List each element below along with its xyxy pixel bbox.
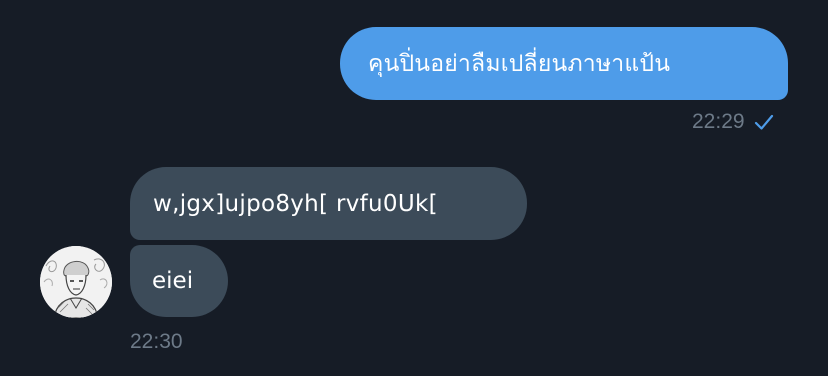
avatar[interactable] [40,246,112,318]
incoming-message-bubble-2[interactable]: eiei [130,245,228,317]
outgoing-message-text: คุนปิ่นอย่าลืมเปลี่ยนภาษาแป้น [368,50,671,77]
incoming-message-text-2: eiei [152,268,194,294]
outgoing-message-time: 22:29 [692,110,745,133]
sketch-portrait-icon [40,246,112,318]
single-check-icon [753,111,775,133]
incoming-message-time: 22:30 [130,330,183,353]
outgoing-message-bubble[interactable]: คุนปิ่นอย่าลืมเปลี่ยนภาษาแป้น [340,27,788,100]
incoming-message-text-1: w,jgx]ujpo8yh[ rvfu0Uk[ [153,190,438,217]
incoming-message-bubble-1[interactable]: w,jgx]ujpo8yh[ rvfu0Uk[ [130,167,527,240]
outgoing-message-meta: 22:29 [692,110,775,134]
